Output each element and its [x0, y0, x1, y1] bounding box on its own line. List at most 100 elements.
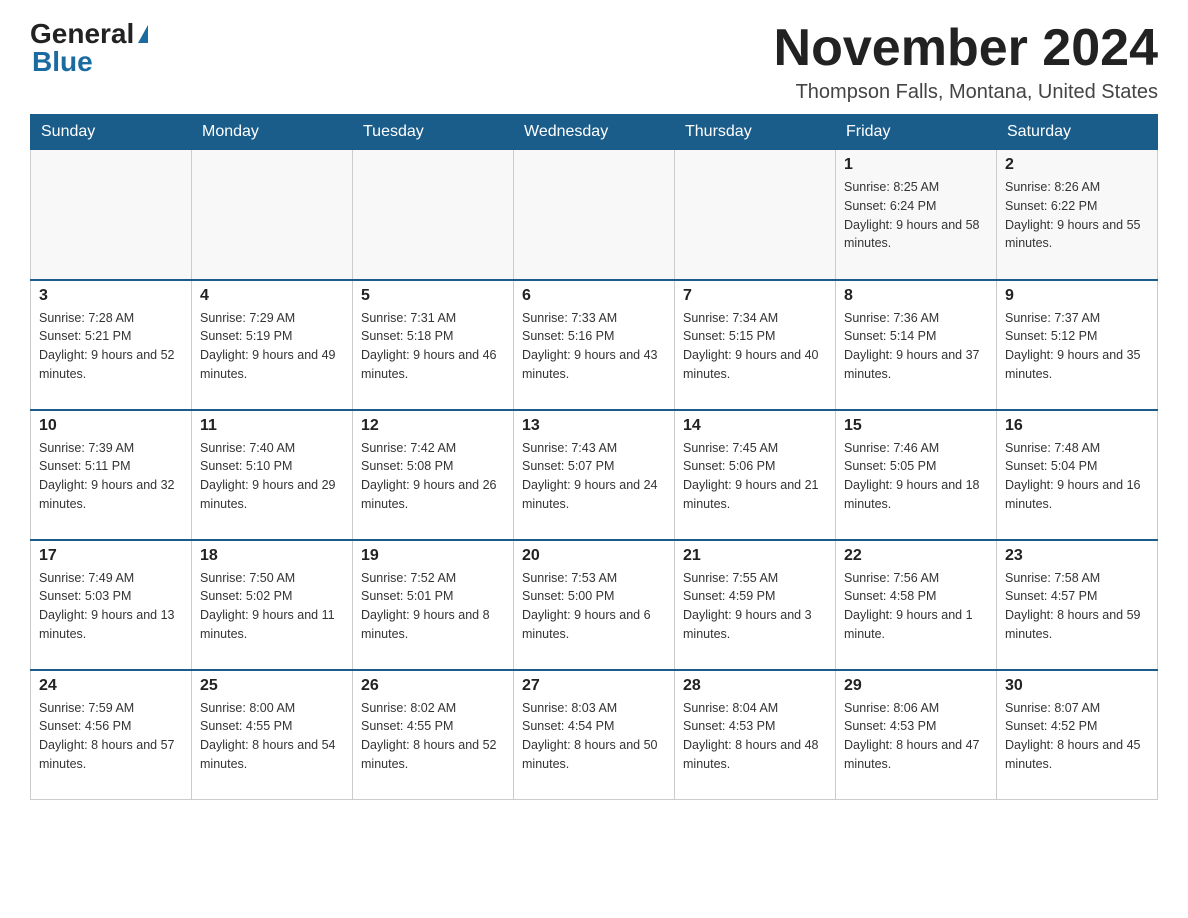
calendar-cell: 18 Sunrise: 7:50 AMSunset: 5:02 PMDayligh… [192, 540, 353, 670]
day-number: 25 [200, 677, 344, 695]
calendar-cell: 7Sunrise: 7:34 AMSunset: 5:15 PMDaylight… [675, 280, 836, 410]
day-number: 10 [39, 417, 183, 435]
calendar-cell [514, 150, 675, 280]
weekday-header-monday: Monday [192, 115, 353, 150]
day-number: 29 [844, 677, 988, 695]
calendar-cell: 12 Sunrise: 7:42 AMSunset: 5:08 PMDayligh… [353, 410, 514, 540]
day-info: Sunrise: 7:43 AMSunset: 5:07 PMDaylight:… [522, 439, 666, 514]
calendar-cell [192, 150, 353, 280]
weekday-header-wednesday: Wednesday [514, 115, 675, 150]
location-title: Thompson Falls, Montana, United States [774, 81, 1158, 104]
day-info: Sunrise: 8:02 AMSunset: 4:55 PMDaylight:… [361, 699, 505, 774]
day-info: Sunrise: 7:37 AMSunset: 5:12 PMDaylight:… [1005, 309, 1149, 384]
calendar-cell: 8 Sunrise: 7:36 AMSunset: 5:14 PMDaylight… [836, 280, 997, 410]
calendar-cell: 25 Sunrise: 8:00 AMSunset: 4:55 PMDayligh… [192, 670, 353, 800]
calendar-cell: 9 Sunrise: 7:37 AMSunset: 5:12 PMDaylight… [997, 280, 1158, 410]
day-number: 3 [39, 287, 183, 305]
day-info: Sunrise: 7:28 AMSunset: 5:21 PMDaylight:… [39, 309, 183, 384]
day-number: 27 [522, 677, 666, 695]
calendar-cell: 11 Sunrise: 7:40 AMSunset: 5:10 PMDayligh… [192, 410, 353, 540]
day-number: 19 [361, 547, 505, 565]
day-number: 16 [1005, 417, 1149, 435]
day-number: 18 [200, 547, 344, 565]
calendar-cell: 21 Sunrise: 7:55 AMSunset: 4:59 PMDayligh… [675, 540, 836, 670]
day-number: 26 [361, 677, 505, 695]
day-number: 13 [522, 417, 666, 435]
day-info: Sunrise: 7:42 AMSunset: 5:08 PMDaylight:… [361, 439, 505, 514]
day-info: Sunrise: 7:53 AMSunset: 5:00 PMDaylight:… [522, 569, 666, 644]
calendar-week-row: 1 Sunrise: 8:25 AMSunset: 6:24 PMDaylight… [31, 150, 1158, 280]
calendar-cell: 24 Sunrise: 7:59 AMSunset: 4:56 PMDayligh… [31, 670, 192, 800]
day-number: 17 [39, 547, 183, 565]
day-info: Sunrise: 7:56 AMSunset: 4:58 PMDaylight:… [844, 569, 988, 644]
weekday-header-sunday: Sunday [31, 115, 192, 150]
calendar-week-row: 3 Sunrise: 7:28 AMSunset: 5:21 PMDaylight… [31, 280, 1158, 410]
calendar-cell: 30Sunrise: 8:07 AMSunset: 4:52 PMDayligh… [997, 670, 1158, 800]
day-number: 12 [361, 417, 505, 435]
day-number: 24 [39, 677, 183, 695]
day-info: Sunrise: 7:39 AMSunset: 5:11 PMDaylight:… [39, 439, 183, 514]
weekday-header-tuesday: Tuesday [353, 115, 514, 150]
logo-blue: Blue [32, 48, 93, 76]
day-number: 21 [683, 547, 827, 565]
day-number: 11 [200, 417, 344, 435]
day-info: Sunrise: 8:25 AMSunset: 6:24 PMDaylight:… [844, 178, 988, 253]
calendar-cell: 2 Sunrise: 8:26 AMSunset: 6:22 PMDaylight… [997, 150, 1158, 280]
calendar-cell: 15Sunrise: 7:46 AMSunset: 5:05 PMDayligh… [836, 410, 997, 540]
day-number: 6 [522, 287, 666, 305]
day-number: 9 [1005, 287, 1149, 305]
day-info: Sunrise: 8:07 AMSunset: 4:52 PMDaylight:… [1005, 699, 1149, 774]
day-info: Sunrise: 7:49 AMSunset: 5:03 PMDaylight:… [39, 569, 183, 644]
day-number: 22 [844, 547, 988, 565]
calendar-cell: 5Sunrise: 7:31 AMSunset: 5:18 PMDaylight… [353, 280, 514, 410]
title-area: November 2024 Thompson Falls, Montana, U… [774, 20, 1158, 104]
month-title: November 2024 [774, 20, 1158, 77]
day-number: 8 [844, 287, 988, 305]
day-info: Sunrise: 7:50 AMSunset: 5:02 PMDaylight:… [200, 569, 344, 644]
day-info: Sunrise: 7:46 AMSunset: 5:05 PMDaylight:… [844, 439, 988, 514]
logo: General Blue [30, 20, 148, 76]
calendar-cell [675, 150, 836, 280]
calendar-cell: 29 Sunrise: 8:06 AMSunset: 4:53 PMDayligh… [836, 670, 997, 800]
calendar-cell: 26 Sunrise: 8:02 AMSunset: 4:55 PMDayligh… [353, 670, 514, 800]
day-number: 4 [200, 287, 344, 305]
day-info: Sunrise: 8:00 AMSunset: 4:55 PMDaylight:… [200, 699, 344, 774]
day-info: Sunrise: 7:40 AMSunset: 5:10 PMDaylight:… [200, 439, 344, 514]
calendar-cell: 3 Sunrise: 7:28 AMSunset: 5:21 PMDaylight… [31, 280, 192, 410]
calendar-cell: 10 Sunrise: 7:39 AMSunset: 5:11 PMDayligh… [31, 410, 192, 540]
calendar-cell: 14 Sunrise: 7:45 AMSunset: 5:06 PMDayligh… [675, 410, 836, 540]
calendar: SundayMondayTuesdayWednesdayThursdayFrid… [30, 114, 1158, 800]
day-number: 1 [844, 156, 988, 174]
day-info: Sunrise: 8:03 AMSunset: 4:54 PMDaylight:… [522, 699, 666, 774]
logo-triangle-icon [138, 25, 148, 43]
day-info: Sunrise: 8:06 AMSunset: 4:53 PMDaylight:… [844, 699, 988, 774]
day-info: Sunrise: 7:33 AMSunset: 5:16 PMDaylight:… [522, 309, 666, 384]
day-info: Sunrise: 7:31 AMSunset: 5:18 PMDaylight:… [361, 309, 505, 384]
day-info: Sunrise: 7:36 AMSunset: 5:14 PMDaylight:… [844, 309, 988, 384]
calendar-cell: 27 Sunrise: 8:03 AMSunset: 4:54 PMDayligh… [514, 670, 675, 800]
day-info: Sunrise: 7:34 AMSunset: 5:15 PMDaylight:… [683, 309, 827, 384]
calendar-cell: 16Sunrise: 7:48 AMSunset: 5:04 PMDayligh… [997, 410, 1158, 540]
calendar-cell [31, 150, 192, 280]
day-info: Sunrise: 7:52 AMSunset: 5:01 PMDaylight:… [361, 569, 505, 644]
day-info: Sunrise: 7:29 AMSunset: 5:19 PMDaylight:… [200, 309, 344, 384]
header: General Blue November 2024 Thompson Fall… [30, 20, 1158, 104]
calendar-cell: 20 Sunrise: 7:53 AMSunset: 5:00 PMDayligh… [514, 540, 675, 670]
day-number: 28 [683, 677, 827, 695]
calendar-week-row: 10 Sunrise: 7:39 AMSunset: 5:11 PMDayligh… [31, 410, 1158, 540]
weekday-header-row: SundayMondayTuesdayWednesdayThursdayFrid… [31, 115, 1158, 150]
calendar-cell: 13 Sunrise: 7:43 AMSunset: 5:07 PMDayligh… [514, 410, 675, 540]
calendar-cell: 19 Sunrise: 7:52 AMSunset: 5:01 PMDayligh… [353, 540, 514, 670]
day-number: 2 [1005, 156, 1149, 174]
day-info: Sunrise: 7:55 AMSunset: 4:59 PMDaylight:… [683, 569, 827, 644]
weekday-header-friday: Friday [836, 115, 997, 150]
day-number: 14 [683, 417, 827, 435]
calendar-week-row: 24 Sunrise: 7:59 AMSunset: 4:56 PMDayligh… [31, 670, 1158, 800]
day-info: Sunrise: 7:45 AMSunset: 5:06 PMDaylight:… [683, 439, 827, 514]
day-number: 20 [522, 547, 666, 565]
weekday-header-saturday: Saturday [997, 115, 1158, 150]
logo-general: General [30, 20, 134, 48]
day-info: Sunrise: 7:59 AMSunset: 4:56 PMDaylight:… [39, 699, 183, 774]
day-info: Sunrise: 8:26 AMSunset: 6:22 PMDaylight:… [1005, 178, 1149, 253]
calendar-cell [353, 150, 514, 280]
